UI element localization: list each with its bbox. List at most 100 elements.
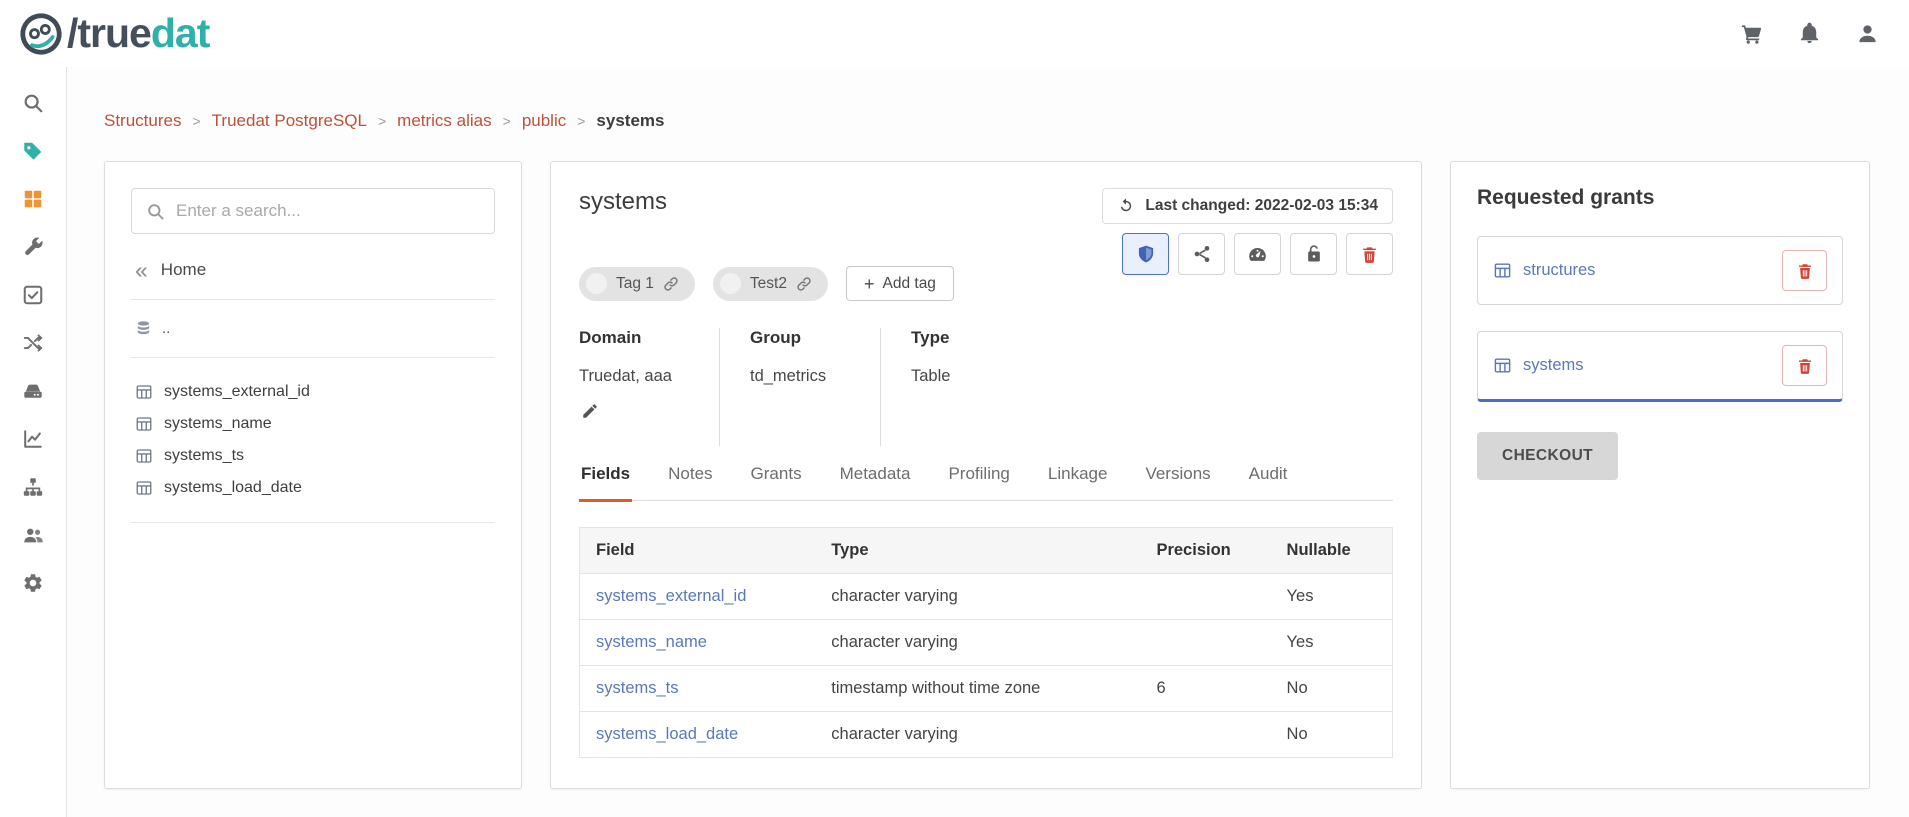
search-icon <box>22 92 44 114</box>
divider <box>131 522 495 523</box>
table-icon <box>135 447 153 465</box>
unlock-button[interactable] <box>1290 233 1337 275</box>
grant-link[interactable]: systems <box>1523 356 1584 375</box>
cart-icon <box>1740 22 1763 45</box>
field-link[interactable]: systems_name <box>596 633 707 651</box>
list-item[interactable]: systems_load_date <box>131 472 495 504</box>
left-icon-sidebar <box>0 67 67 817</box>
tab-linkage[interactable]: Linkage <box>1046 464 1110 502</box>
breadcrumb-link-schema[interactable]: public <box>522 111 566 131</box>
last-changed-chip[interactable]: Last changed: 2022-02-03 15:34 <box>1102 188 1393 224</box>
checkout-button[interactable]: CHECKOUT <box>1477 432 1618 480</box>
sidebar-item-glossary[interactable] <box>8 127 58 175</box>
share-button[interactable] <box>1178 233 1225 275</box>
tab-metadata[interactable]: Metadata <box>838 464 913 502</box>
field-nullable: No <box>1271 712 1393 758</box>
tag-label: Tag 1 <box>616 275 654 293</box>
sidebar-item-dashboards[interactable] <box>8 415 58 463</box>
type-value: Table <box>911 367 950 386</box>
delete-structure-button[interactable] <box>1346 233 1393 275</box>
add-tag-button[interactable]: + Add tag <box>846 266 954 301</box>
sidebar-item-taxonomy[interactable] <box>8 463 58 511</box>
delete-grant-button[interactable] <box>1782 250 1827 291</box>
field-precision <box>1140 712 1270 758</box>
trash-icon <box>1360 245 1379 264</box>
nav-home[interactable]: « Home <box>135 260 491 281</box>
field-link[interactable]: systems_external_id <box>596 587 746 605</box>
divider <box>131 357 495 358</box>
edit-domain-button[interactable] <box>579 400 601 422</box>
sidebar-item-settings[interactable] <box>8 559 58 607</box>
list-item[interactable]: systems_name <box>131 408 495 440</box>
sidebar-item-sources[interactable] <box>8 367 58 415</box>
fields-table: Field Type Precision Nullable systems_ex… <box>579 527 1393 758</box>
grid-icon <box>22 188 44 210</box>
column-header-type: Type <box>815 528 1140 574</box>
breadcrumb-link-system[interactable]: Truedat PostgreSQL <box>212 111 367 131</box>
top-header: /truedat <box>0 0 1909 67</box>
breadcrumb-separator: > <box>192 113 200 129</box>
divider <box>131 299 495 300</box>
list-item-label: systems_name <box>164 415 272 433</box>
tab-versions[interactable]: Versions <box>1143 464 1212 502</box>
column-header-nullable: Nullable <box>1271 528 1393 574</box>
home-label: Home <box>161 260 206 280</box>
delete-grant-button[interactable] <box>1782 345 1827 386</box>
truedat-owl-icon <box>18 11 64 57</box>
field-type: character varying <box>815 712 1140 758</box>
profiling-button[interactable] <box>1234 233 1281 275</box>
field-nullable: Yes <box>1271 574 1393 620</box>
shield-icon <box>1136 244 1156 264</box>
tags-row: Tag 1 Test2 + Add tag <box>579 266 954 301</box>
breadcrumb-link-database[interactable]: metrics alias <box>397 111 491 131</box>
field-type: timestamp without time zone <box>815 666 1140 712</box>
field-nullable: No <box>1271 666 1393 712</box>
refresh-icon <box>1117 197 1135 215</box>
list-item-label: systems_external_id <box>164 383 310 401</box>
link-icon <box>663 276 679 292</box>
chart-line-icon <box>22 428 44 450</box>
tab-grants[interactable]: Grants <box>749 464 804 502</box>
pencil-icon <box>581 402 599 420</box>
sidebar-item-structures[interactable] <box>8 175 58 223</box>
field-link[interactable]: systems_ts <box>596 679 679 697</box>
user-menu-button[interactable] <box>1853 20 1881 48</box>
grant-link[interactable]: structures <box>1523 261 1595 280</box>
tag-pill[interactable]: Test2 <box>713 267 828 301</box>
sidebar-item-users[interactable] <box>8 511 58 559</box>
unlock-icon <box>1304 244 1324 264</box>
wrench-icon <box>22 236 44 258</box>
sidebar-item-quality[interactable] <box>8 271 58 319</box>
last-changed-text: Last changed: 2022-02-03 15:34 <box>1145 197 1378 215</box>
sidebar-item-search[interactable] <box>8 79 58 127</box>
field-precision <box>1140 574 1270 620</box>
structure-tree-panel: « Home .. systems_external_id <box>104 161 522 789</box>
notifications-button[interactable] <box>1795 20 1823 48</box>
search-input[interactable] <box>176 201 480 221</box>
field-nullable: Yes <box>1271 620 1393 666</box>
tab-profiling[interactable]: Profiling <box>946 464 1011 502</box>
search-box <box>131 188 495 234</box>
cart-button[interactable] <box>1737 20 1765 48</box>
field-link[interactable]: systems_load_date <box>596 725 738 743</box>
tag-pill[interactable]: Tag 1 <box>579 267 695 301</box>
nav-parent-structure[interactable]: .. <box>131 318 495 339</box>
tag-dot <box>720 273 741 294</box>
sidebar-item-tools[interactable] <box>8 223 58 271</box>
table-row: systems_load_date character varying No <box>580 712 1393 758</box>
sidebar-item-lineage[interactable] <box>8 319 58 367</box>
tab-notes[interactable]: Notes <box>666 464 714 502</box>
link-icon <box>796 276 812 292</box>
share-icon <box>1192 244 1212 264</box>
list-item[interactable]: systems_external_id <box>131 376 495 408</box>
table-icon <box>1493 261 1512 280</box>
breadcrumb-link-structures[interactable]: Structures <box>104 111 181 131</box>
truedat-logo[interactable]: /truedat <box>18 11 209 57</box>
tab-audit[interactable]: Audit <box>1247 464 1290 502</box>
column-header-precision: Precision <box>1140 528 1270 574</box>
users-icon <box>22 524 44 546</box>
list-item[interactable]: systems_ts <box>131 440 495 472</box>
tab-fields[interactable]: Fields <box>579 464 632 502</box>
protect-button[interactable] <box>1122 233 1169 275</box>
tag-label: Test2 <box>750 275 787 293</box>
